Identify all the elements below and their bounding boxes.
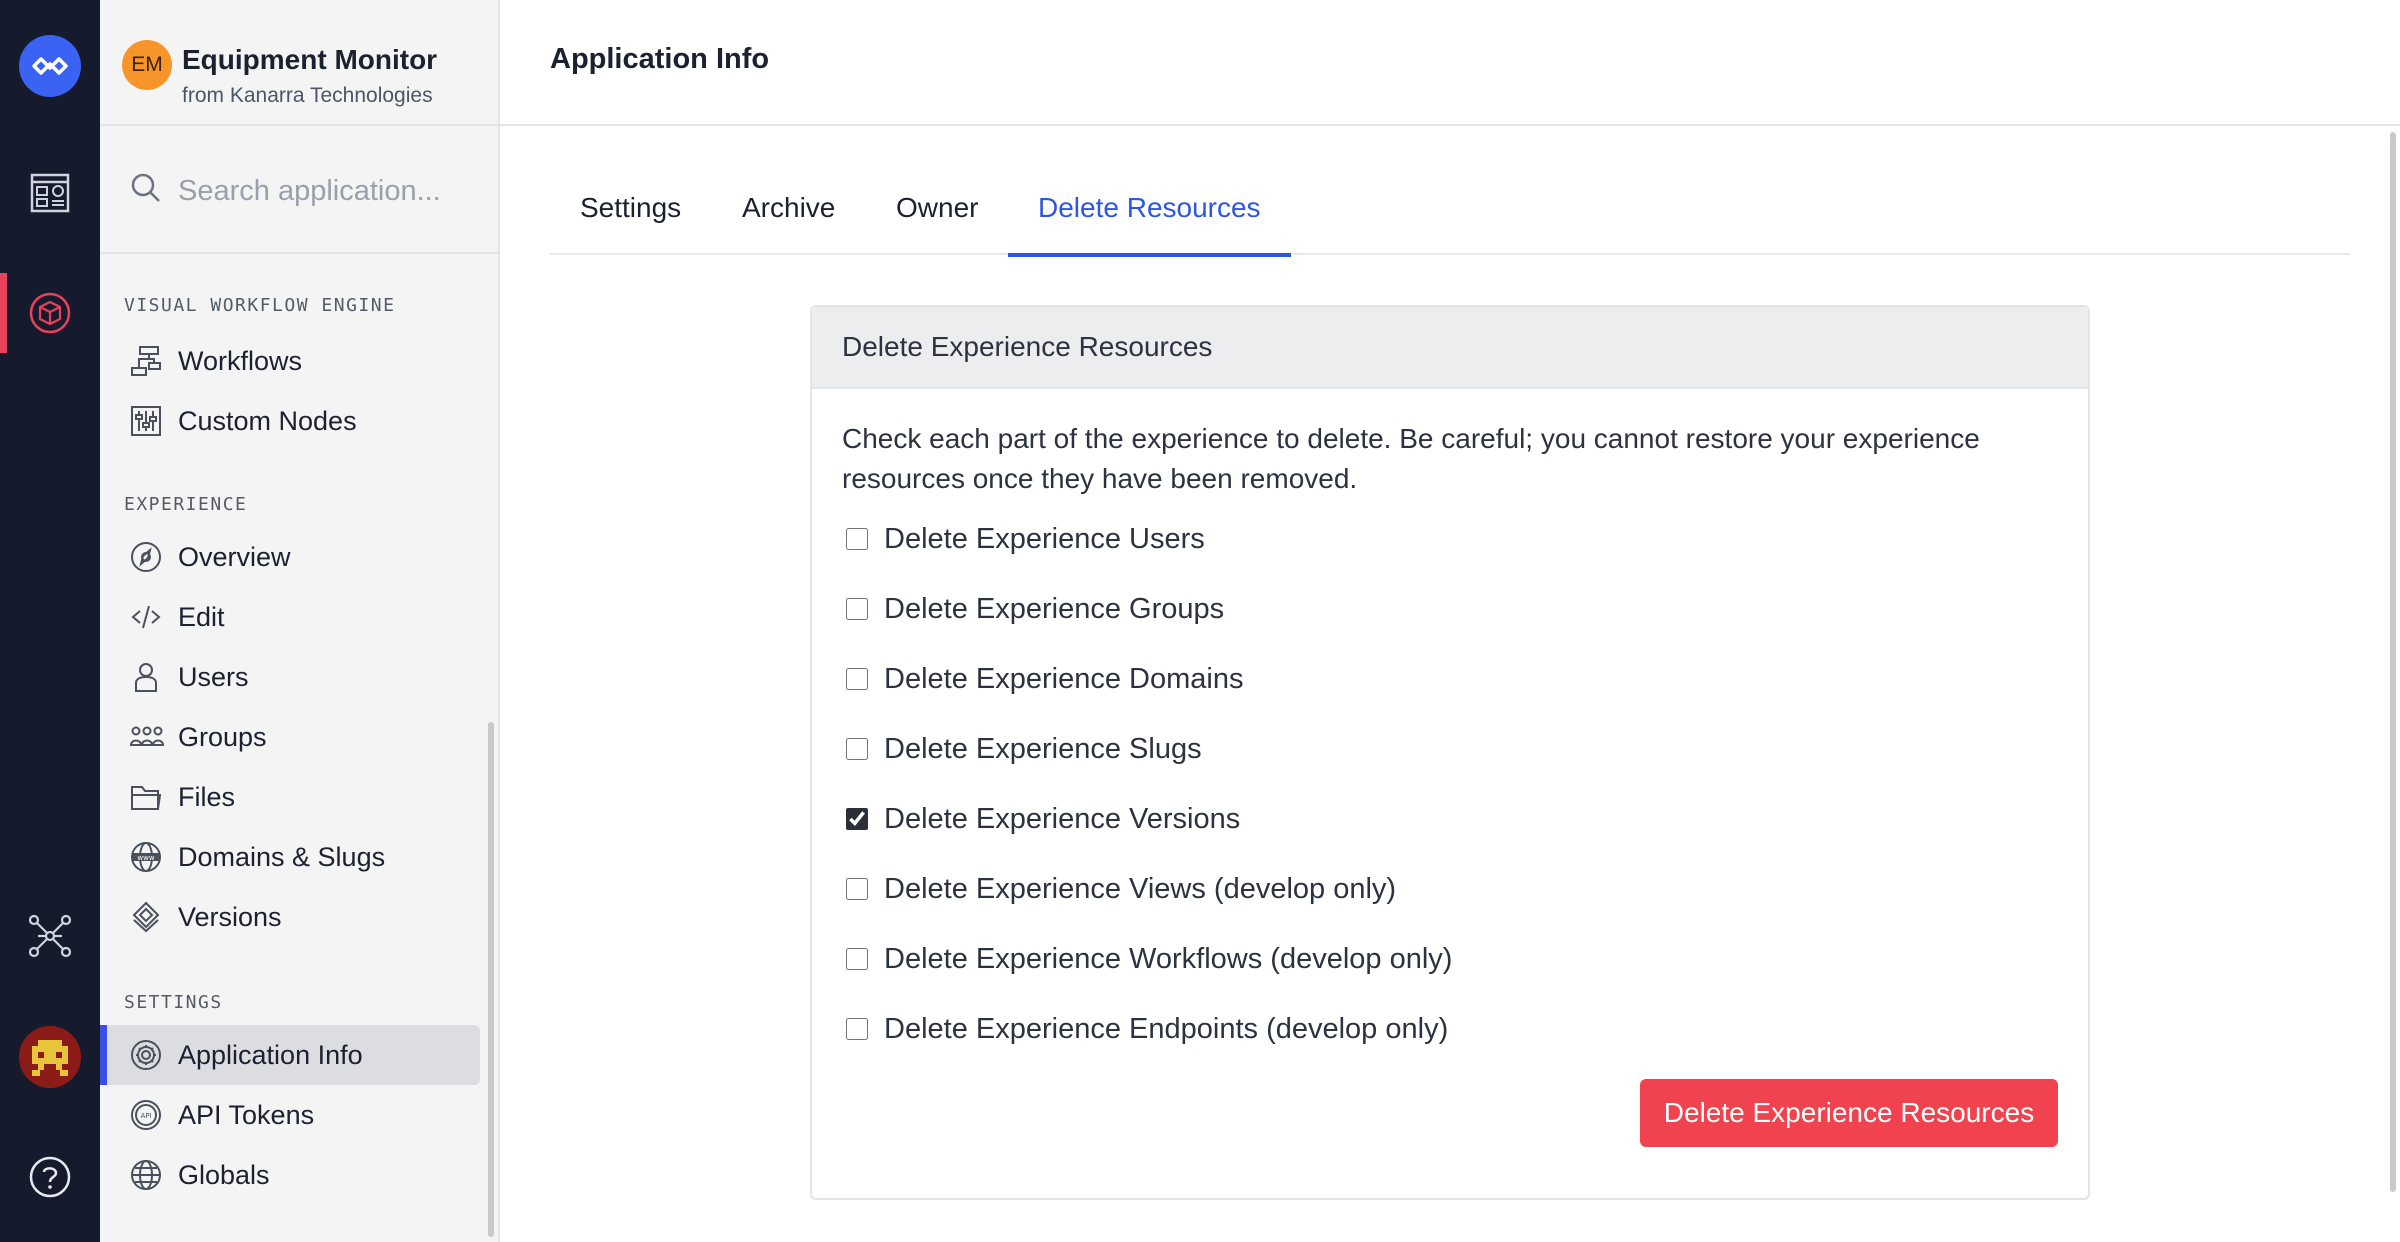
sidebar-item-users[interactable]: Users bbox=[100, 647, 480, 707]
sidebar-item-label: Files bbox=[178, 781, 236, 812]
checkbox-delete-endpoints[interactable]: Delete Experience Endpoints (develop onl… bbox=[846, 1009, 1448, 1049]
help-icon[interactable] bbox=[0, 1137, 100, 1217]
app-name[interactable]: Equipment Monitor bbox=[182, 44, 437, 76]
svg-text:API: API bbox=[140, 1112, 151, 1120]
applications-cube-icon[interactable] bbox=[0, 273, 100, 353]
svg-text:www: www bbox=[137, 854, 154, 862]
api-token-icon: API bbox=[130, 1099, 162, 1131]
sidebar-item-application-info[interactable]: Application Info bbox=[100, 1025, 480, 1085]
checkbox-label: Delete Experience Versions bbox=[884, 802, 1241, 835]
sidebar-item-label: Groups bbox=[178, 721, 267, 752]
sidebar-item-label: Globals bbox=[178, 1159, 270, 1190]
app-owner-line: from Kanarra Technologies bbox=[182, 84, 433, 107]
sidebar-item-versions[interactable]: Versions bbox=[100, 887, 480, 947]
search-icon bbox=[130, 172, 162, 208]
globe-icon bbox=[130, 1159, 162, 1191]
checkbox-input[interactable] bbox=[846, 948, 868, 970]
checkbox-input[interactable] bbox=[846, 528, 868, 550]
sidebar-item-label: Application Info bbox=[178, 1039, 363, 1070]
panel-description: Check each part of the experience to del… bbox=[842, 423, 1980, 494]
checkbox-delete-domains[interactable]: Delete Experience Domains bbox=[846, 659, 1243, 699]
page-title: Application Info bbox=[550, 43, 770, 75]
checkbox-label: Delete Experience Endpoints (develop onl… bbox=[884, 1012, 1449, 1045]
gear-icon bbox=[130, 1039, 162, 1071]
sliders-icon bbox=[130, 405, 162, 437]
sidebar-item-label: Versions bbox=[178, 901, 282, 932]
panel-header: Delete Experience Resources bbox=[812, 307, 2088, 389]
sidebar-item-label: Domains & Slugs bbox=[178, 841, 386, 872]
sidebar-item-files[interactable]: Files bbox=[100, 767, 480, 827]
sidebar-item-globals[interactable]: Globals bbox=[100, 1145, 480, 1205]
tab-bar: Settings Archive Owner Delete Resources bbox=[550, 178, 2350, 257]
checkbox-input[interactable] bbox=[846, 738, 868, 760]
checkbox-input[interactable] bbox=[846, 1018, 868, 1040]
tab-archive[interactable]: Archive bbox=[742, 178, 835, 255]
layers-icon bbox=[130, 901, 162, 933]
checkbox-label: Delete Experience Workflows (develop onl… bbox=[884, 942, 1453, 975]
checkbox-delete-views[interactable]: Delete Experience Views (develop only) bbox=[846, 869, 1396, 909]
main-scrollbar[interactable] bbox=[2390, 132, 2396, 1192]
tab-delete-resources[interactable]: Delete Resources bbox=[1008, 178, 1291, 257]
sidebar-item-api-tokens[interactable]: API API Tokens bbox=[100, 1085, 480, 1145]
checkbox-label: Delete Experience Domains bbox=[884, 662, 1244, 695]
app-sidebar: EM Equipment Monitor from Kanarra Techno… bbox=[100, 0, 500, 1242]
checkbox-label: Delete Experience Groups bbox=[884, 592, 1225, 625]
checkbox-delete-workflows[interactable]: Delete Experience Workflows (develop onl… bbox=[846, 939, 1452, 979]
checkbox-input[interactable] bbox=[846, 598, 868, 620]
losant-logo-icon[interactable] bbox=[19, 35, 81, 97]
checkbox-label: Delete Experience Slugs bbox=[884, 732, 1202, 765]
sidebar-item-overview[interactable]: Overview bbox=[100, 527, 480, 587]
checkbox-delete-slugs[interactable]: Delete Experience Slugs bbox=[846, 729, 1202, 769]
sidebar-item-groups[interactable]: Groups bbox=[100, 707, 480, 767]
section-title-experience: EXPERIENCE bbox=[124, 494, 248, 515]
section-title-visual-workflow-engine: VISUAL WORKFLOW ENGINE bbox=[124, 295, 396, 316]
dashboards-icon[interactable] bbox=[0, 153, 100, 233]
sidebar-item-label: Users bbox=[178, 661, 249, 692]
delete-resources-panel: Delete Experience Resources Check each p… bbox=[810, 305, 2090, 1200]
checkbox-delete-groups[interactable]: Delete Experience Groups bbox=[846, 589, 1224, 629]
tab-owner[interactable]: Owner bbox=[896, 178, 978, 255]
globe-www-icon: www bbox=[130, 841, 162, 873]
compass-icon bbox=[130, 541, 162, 573]
sidebar-item-label: Custom Nodes bbox=[178, 405, 357, 436]
page-header: Application Info bbox=[500, 0, 2400, 126]
app-header: EM Equipment Monitor from Kanarra Techno… bbox=[100, 0, 498, 126]
sidebar-item-label: Overview bbox=[178, 541, 291, 572]
checkbox-delete-versions[interactable]: Delete Experience Versions bbox=[846, 799, 1240, 839]
section-title-settings: SETTINGS bbox=[124, 992, 223, 1013]
app-badge: EM bbox=[122, 40, 172, 90]
users-group-icon bbox=[129, 721, 165, 753]
user-avatar[interactable] bbox=[19, 1026, 81, 1088]
folder-icon bbox=[130, 781, 162, 813]
user-icon bbox=[130, 661, 162, 693]
code-icon bbox=[130, 601, 162, 633]
sidebar-item-label: API Tokens bbox=[178, 1099, 315, 1130]
checkbox-delete-users[interactable]: Delete Experience Users bbox=[846, 519, 1205, 559]
sidebar-item-domains-slugs[interactable]: www Domains & Slugs bbox=[100, 827, 480, 887]
checkbox-input[interactable] bbox=[846, 878, 868, 900]
checkbox-input[interactable] bbox=[846, 808, 868, 830]
tab-settings[interactable]: Settings bbox=[580, 178, 681, 255]
sidebar-item-label: Workflows bbox=[178, 345, 303, 376]
sidebar-item-custom-nodes[interactable]: Custom Nodes bbox=[100, 391, 480, 451]
workflow-icon bbox=[130, 345, 162, 377]
checkbox-label: Delete Experience Views (develop only) bbox=[884, 872, 1397, 905]
sidebar-item-workflows[interactable]: Workflows bbox=[100, 331, 480, 391]
sidebar-item-edit[interactable]: Edit bbox=[100, 587, 480, 647]
delete-resources-button[interactable]: Delete Experience Resources bbox=[1640, 1079, 2058, 1147]
network-nodes-icon[interactable] bbox=[0, 896, 100, 976]
panel-title: Delete Experience Resources bbox=[842, 331, 1213, 362]
sidebar-item-label: Edit bbox=[178, 601, 225, 632]
search-input[interactable] bbox=[178, 168, 478, 214]
search-bar bbox=[100, 128, 498, 254]
sidebar-scrollbar[interactable] bbox=[488, 722, 494, 1237]
checkbox-input[interactable] bbox=[846, 668, 868, 690]
global-nav-rail bbox=[0, 0, 100, 1242]
checkbox-label: Delete Experience Users bbox=[884, 522, 1205, 555]
